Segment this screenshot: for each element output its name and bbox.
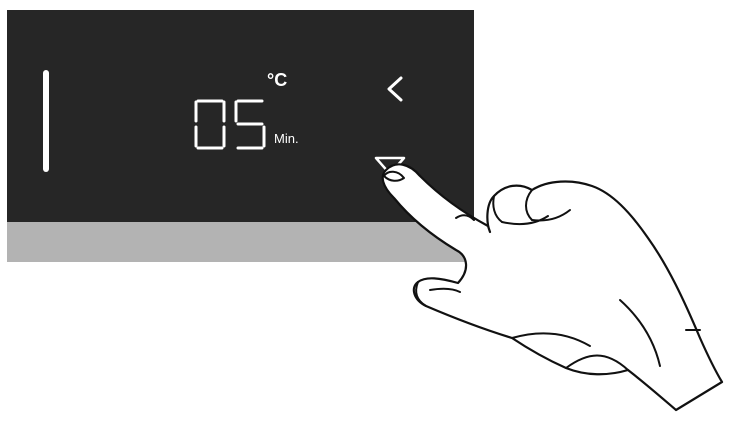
timer-display-digits bbox=[194, 99, 266, 150]
chevron-left-icon bbox=[387, 76, 403, 102]
down-button[interactable] bbox=[370, 152, 410, 182]
vertical-bar-icon bbox=[43, 70, 49, 172]
appliance-control-stage: °C Min. bbox=[0, 0, 731, 443]
control-panel: °C Min. bbox=[7, 10, 474, 222]
panel-base-strip bbox=[7, 222, 474, 262]
seven-segment-digit bbox=[234, 99, 266, 150]
back-button[interactable] bbox=[380, 72, 410, 106]
triangle-down-icon bbox=[374, 156, 406, 176]
seven-segment-digit bbox=[194, 99, 226, 150]
time-unit-label: Min. bbox=[274, 131, 299, 146]
temperature-unit-label: °C bbox=[267, 70, 288, 90]
